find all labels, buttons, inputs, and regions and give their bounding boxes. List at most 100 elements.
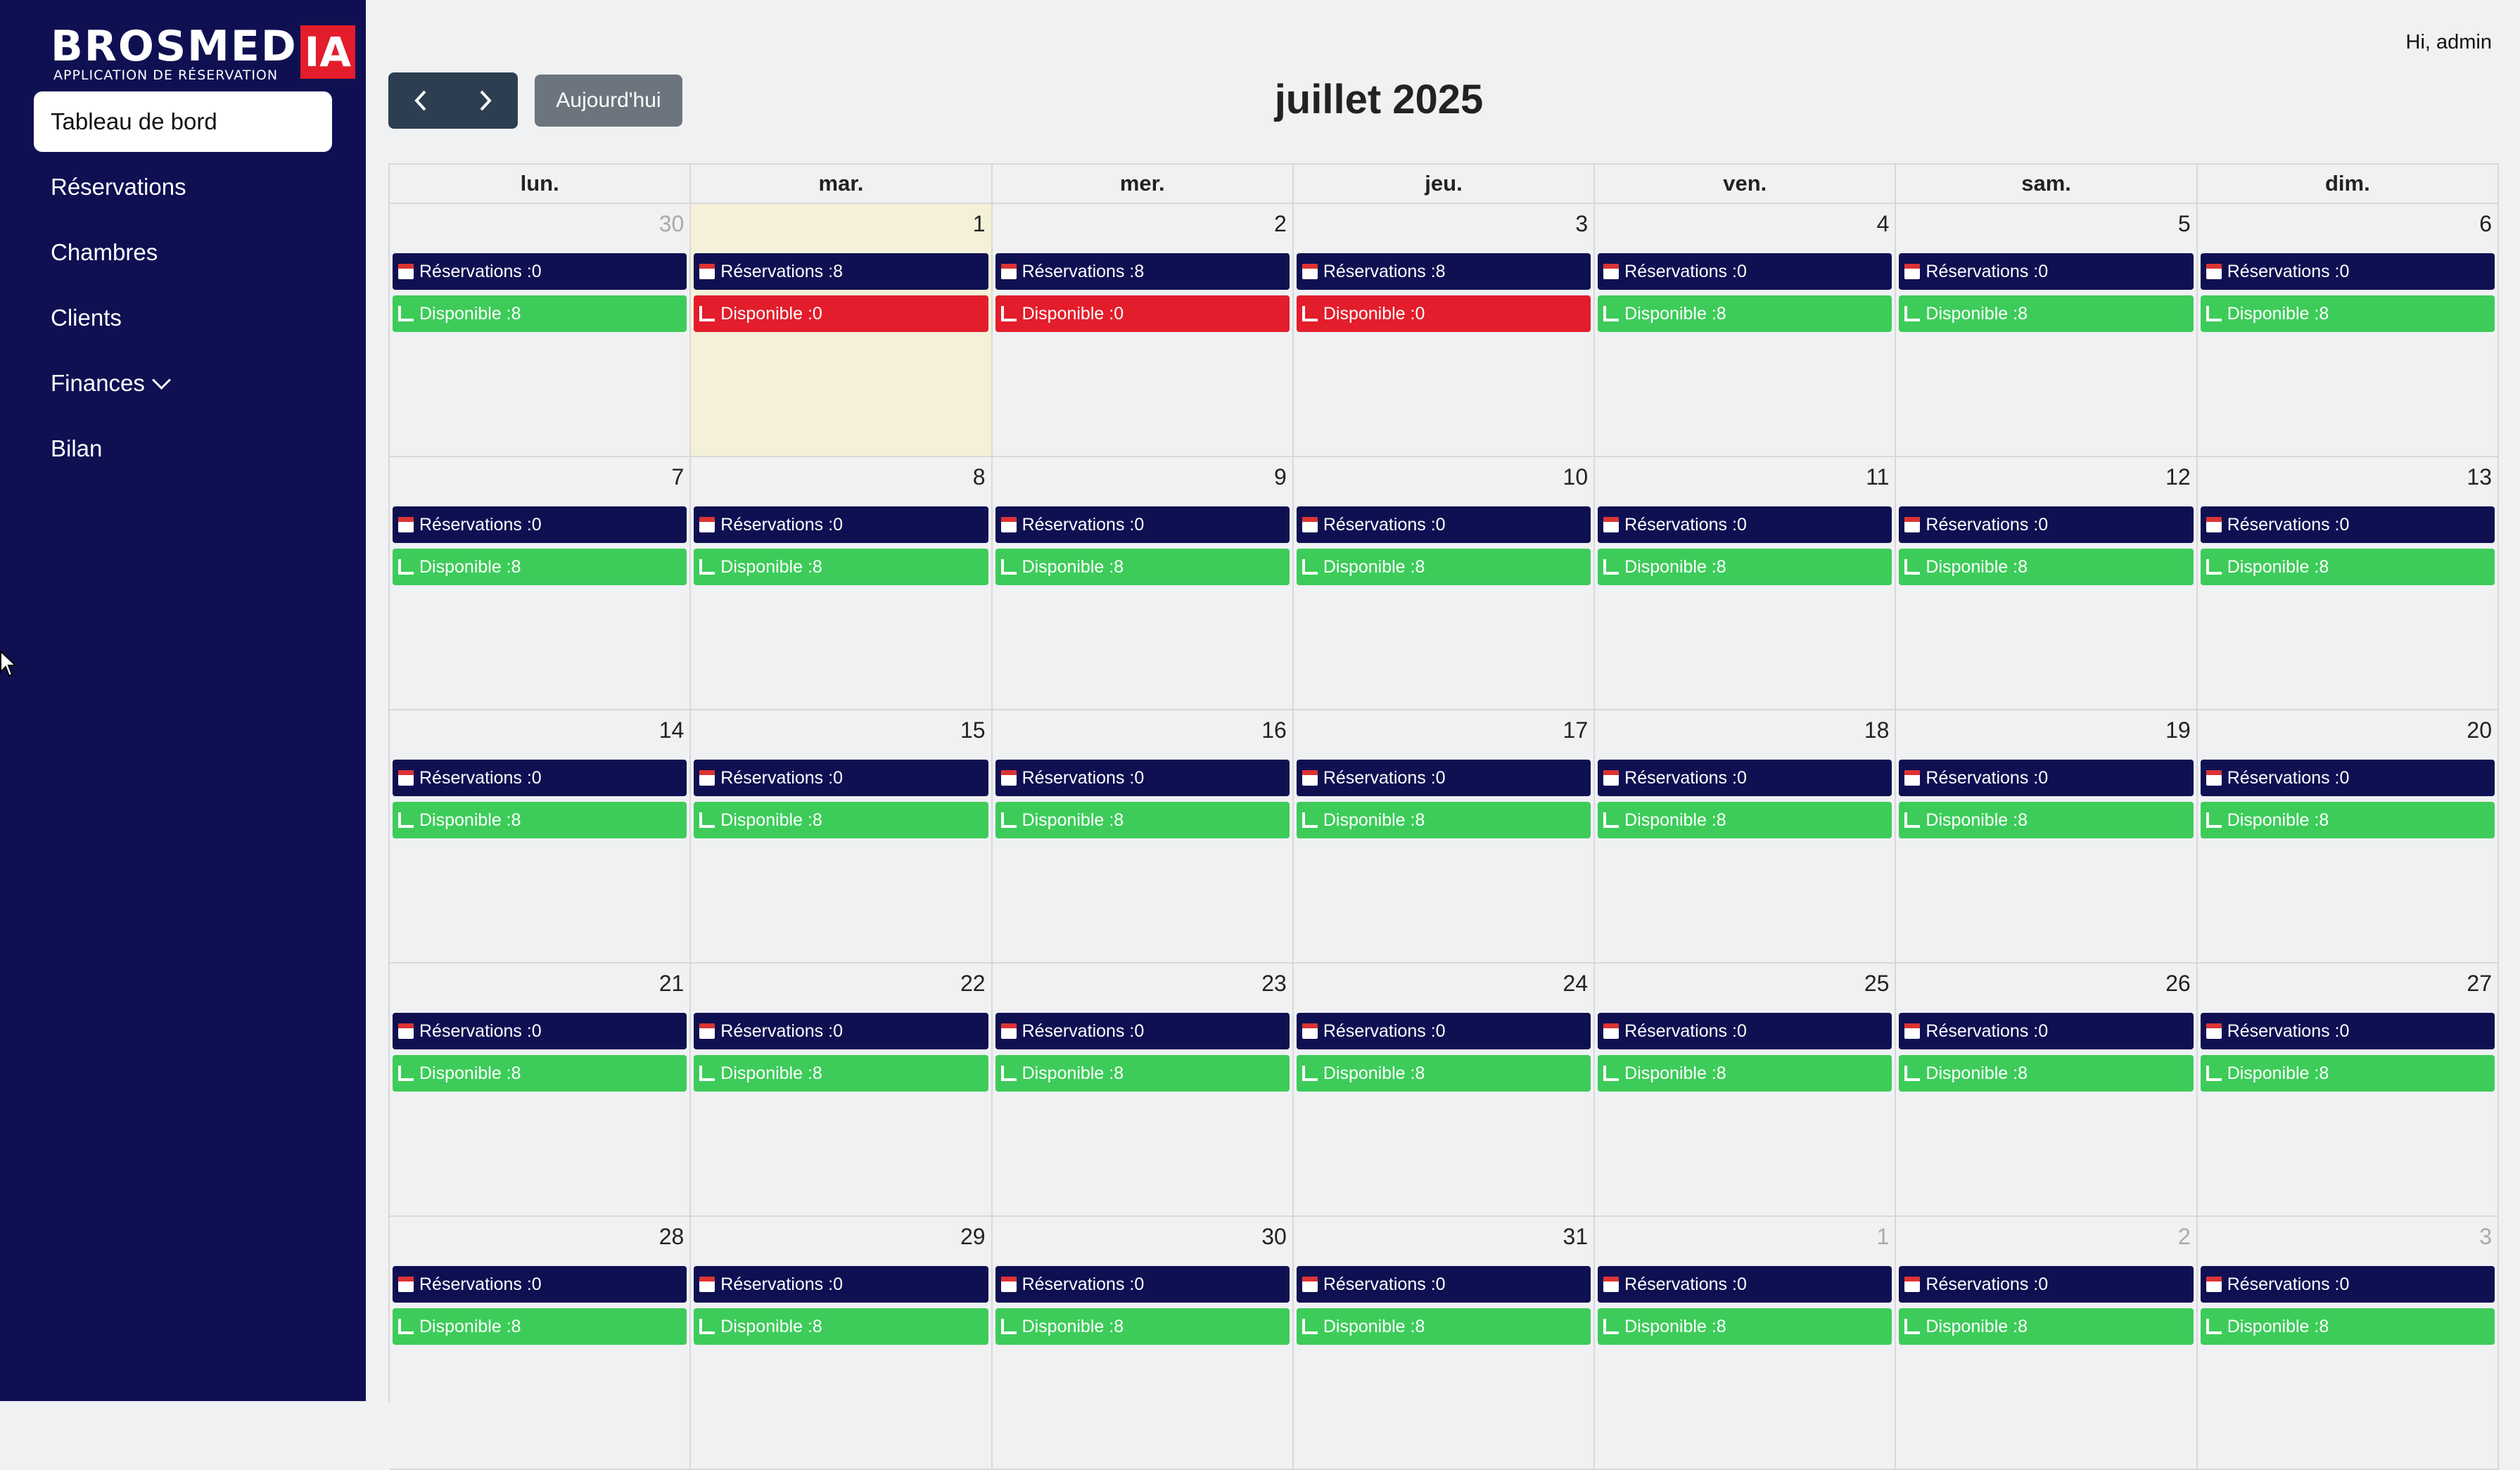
reservations-event[interactable]: Réservations : 8 bbox=[995, 253, 1290, 290]
next-month-button[interactable] bbox=[453, 72, 518, 129]
availability-event[interactable]: Disponible : 8 bbox=[1899, 549, 2194, 585]
day-number[interactable]: 6 bbox=[2479, 211, 2492, 237]
day-number[interactable]: 20 bbox=[2467, 717, 2492, 743]
availability-event[interactable]: Disponible : 8 bbox=[393, 549, 687, 585]
calendar-day-cell[interactable]: 23 Réservations : 0 Disponible : 8 bbox=[992, 964, 1294, 1217]
reservations-event[interactable]: Réservations : 0 bbox=[1296, 760, 1591, 796]
calendar-day-cell[interactable]: 3 Réservations : 8 Disponible : 0 bbox=[1293, 204, 1596, 457]
calendar-day-cell[interactable]: 17 Réservations : 0 Disponible : 8 bbox=[1293, 710, 1596, 964]
calendar-day-cell[interactable]: 28 Réservations : 0 Disponible : 8 bbox=[390, 1217, 692, 1470]
reservations-event[interactable]: Réservations : 0 bbox=[393, 506, 687, 543]
availability-event[interactable]: Disponible : 8 bbox=[2200, 295, 2495, 332]
calendar-day-cell[interactable]: 13 Réservations : 0 Disponible : 8 bbox=[2197, 457, 2499, 710]
reservations-event[interactable]: Réservations : 0 bbox=[2200, 1266, 2495, 1303]
reservations-event[interactable]: Réservations : 0 bbox=[694, 1013, 988, 1049]
availability-event[interactable]: Disponible : 8 bbox=[1899, 1055, 2194, 1092]
day-number[interactable]: 30 bbox=[1261, 1224, 1287, 1250]
calendar-day-cell[interactable]: 25 Réservations : 0 Disponible : 8 bbox=[1595, 964, 1897, 1217]
reservations-event[interactable]: Réservations : 0 bbox=[393, 760, 687, 796]
reservations-event[interactable]: Réservations : 0 bbox=[694, 760, 988, 796]
sidebar-item-clients[interactable]: Clients bbox=[34, 288, 332, 348]
reservations-event[interactable]: Réservations : 0 bbox=[694, 1266, 988, 1303]
day-number[interactable]: 11 bbox=[1866, 464, 1889, 490]
availability-event[interactable]: Disponible : 8 bbox=[1899, 1308, 2194, 1345]
availability-event[interactable]: Disponible : 8 bbox=[1598, 1055, 1892, 1092]
availability-event[interactable]: Disponible : 8 bbox=[995, 1308, 1290, 1345]
day-number[interactable]: 5 bbox=[2178, 211, 2191, 237]
reservations-event[interactable]: Réservations : 0 bbox=[1899, 760, 2194, 796]
reservations-event[interactable]: Réservations : 0 bbox=[995, 760, 1290, 796]
calendar-day-cell[interactable]: 11 Réservations : 0 Disponible : 8 bbox=[1595, 457, 1897, 710]
reservations-event[interactable]: Réservations : 0 bbox=[1899, 1013, 2194, 1049]
day-number[interactable]: 29 bbox=[960, 1224, 986, 1250]
availability-event[interactable]: Disponible : 8 bbox=[393, 1055, 687, 1092]
reservations-event[interactable]: Réservations : 8 bbox=[1296, 253, 1591, 290]
day-number[interactable]: 16 bbox=[1261, 717, 1287, 743]
user-greeting[interactable]: Hi, admin bbox=[2406, 31, 2493, 54]
day-number[interactable]: 17 bbox=[1563, 717, 1589, 743]
reservations-event[interactable]: Réservations : 0 bbox=[995, 506, 1290, 543]
availability-event[interactable]: Disponible : 8 bbox=[1598, 549, 1892, 585]
reservations-event[interactable]: Réservations : 0 bbox=[1296, 506, 1591, 543]
day-number[interactable]: 23 bbox=[1261, 971, 1287, 997]
calendar-day-cell[interactable]: 20 Réservations : 0 Disponible : 8 bbox=[2197, 710, 2499, 964]
day-number[interactable]: 24 bbox=[1563, 971, 1589, 997]
day-number[interactable]: 19 bbox=[2165, 717, 2191, 743]
day-number[interactable]: 1 bbox=[973, 211, 986, 237]
availability-event[interactable]: Disponible : 0 bbox=[694, 295, 988, 332]
sidebar-item-reservations[interactable]: Réservations bbox=[34, 157, 332, 217]
calendar-day-cell[interactable]: 1 Réservations : 0 Disponible : 8 bbox=[1595, 1217, 1897, 1470]
availability-event[interactable]: Disponible : 8 bbox=[995, 802, 1290, 838]
reservations-event[interactable]: Réservations : 0 bbox=[2200, 506, 2495, 543]
availability-event[interactable]: Disponible : 8 bbox=[393, 1308, 687, 1345]
availability-event[interactable]: Disponible : 8 bbox=[2200, 1055, 2495, 1092]
day-number[interactable]: 12 bbox=[2165, 464, 2191, 490]
availability-event[interactable]: Disponible : 8 bbox=[393, 802, 687, 838]
reservations-event[interactable]: Réservations : 0 bbox=[1296, 1266, 1591, 1303]
day-number[interactable]: 30 bbox=[659, 211, 685, 237]
sidebar-item-dashboard[interactable]: Tableau de bord bbox=[34, 91, 332, 152]
availability-event[interactable]: Disponible : 8 bbox=[2200, 1308, 2495, 1345]
availability-event[interactable]: Disponible : 8 bbox=[1296, 802, 1591, 838]
reservations-event[interactable]: Réservations : 0 bbox=[1598, 1266, 1892, 1303]
day-number[interactable]: 9 bbox=[1274, 464, 1287, 490]
calendar-day-cell[interactable]: 1 Réservations : 8 Disponible : 0 bbox=[691, 204, 993, 457]
calendar-day-cell[interactable]: 4 Réservations : 0 Disponible : 8 bbox=[1595, 204, 1897, 457]
availability-event[interactable]: Disponible : 8 bbox=[393, 295, 687, 332]
availability-event[interactable]: Disponible : 0 bbox=[995, 295, 1290, 332]
calendar-day-cell[interactable]: 16 Réservations : 0 Disponible : 8 bbox=[992, 710, 1294, 964]
calendar-day-cell[interactable]: 2 Réservations : 8 Disponible : 0 bbox=[992, 204, 1294, 457]
day-number[interactable]: 14 bbox=[659, 717, 685, 743]
sidebar-item-finances[interactable]: Finances bbox=[34, 353, 332, 414]
availability-event[interactable]: Disponible : 8 bbox=[1899, 295, 2194, 332]
day-number[interactable]: 7 bbox=[671, 464, 684, 490]
reservations-event[interactable]: Réservations : 0 bbox=[1899, 1266, 2194, 1303]
day-number[interactable]: 1 bbox=[1877, 1224, 1890, 1250]
availability-event[interactable]: Disponible : 8 bbox=[1598, 295, 1892, 332]
day-number[interactable]: 26 bbox=[2165, 971, 2191, 997]
calendar-day-cell[interactable]: 9 Réservations : 0 Disponible : 8 bbox=[992, 457, 1294, 710]
reservations-event[interactable]: Réservations : 0 bbox=[1598, 1013, 1892, 1049]
day-number[interactable]: 18 bbox=[1864, 717, 1890, 743]
reservations-event[interactable]: Réservations : 0 bbox=[1598, 253, 1892, 290]
sidebar-item-rooms[interactable]: Chambres bbox=[34, 222, 332, 283]
calendar-day-cell[interactable]: 29 Réservations : 0 Disponible : 8 bbox=[691, 1217, 993, 1470]
reservations-event[interactable]: Réservations : 0 bbox=[1899, 253, 2194, 290]
day-number[interactable]: 15 bbox=[960, 717, 986, 743]
calendar-day-cell[interactable]: 7 Réservations : 0 Disponible : 8 bbox=[390, 457, 692, 710]
day-number[interactable]: 31 bbox=[1563, 1224, 1589, 1250]
availability-event[interactable]: Disponible : 8 bbox=[1598, 1308, 1892, 1345]
availability-event[interactable]: Disponible : 8 bbox=[694, 1308, 988, 1345]
availability-event[interactable]: Disponible : 8 bbox=[995, 1055, 1290, 1092]
reservations-event[interactable]: Réservations : 8 bbox=[694, 253, 988, 290]
reservations-event[interactable]: Réservations : 0 bbox=[393, 1013, 687, 1049]
day-number[interactable]: 28 bbox=[659, 1224, 685, 1250]
day-number[interactable]: 27 bbox=[2467, 971, 2492, 997]
calendar-day-cell[interactable]: 10 Réservations : 0 Disponible : 8 bbox=[1293, 457, 1596, 710]
calendar-day-cell[interactable]: 2 Réservations : 0 Disponible : 8 bbox=[1896, 1217, 2198, 1470]
sidebar-item-bilan[interactable]: Bilan bbox=[34, 418, 332, 479]
calendar-day-cell[interactable]: 6 Réservations : 0 Disponible : 8 bbox=[2197, 204, 2499, 457]
calendar-day-cell[interactable]: 15 Réservations : 0 Disponible : 8 bbox=[691, 710, 993, 964]
reservations-event[interactable]: Réservations : 0 bbox=[393, 253, 687, 290]
availability-event[interactable]: Disponible : 8 bbox=[995, 549, 1290, 585]
